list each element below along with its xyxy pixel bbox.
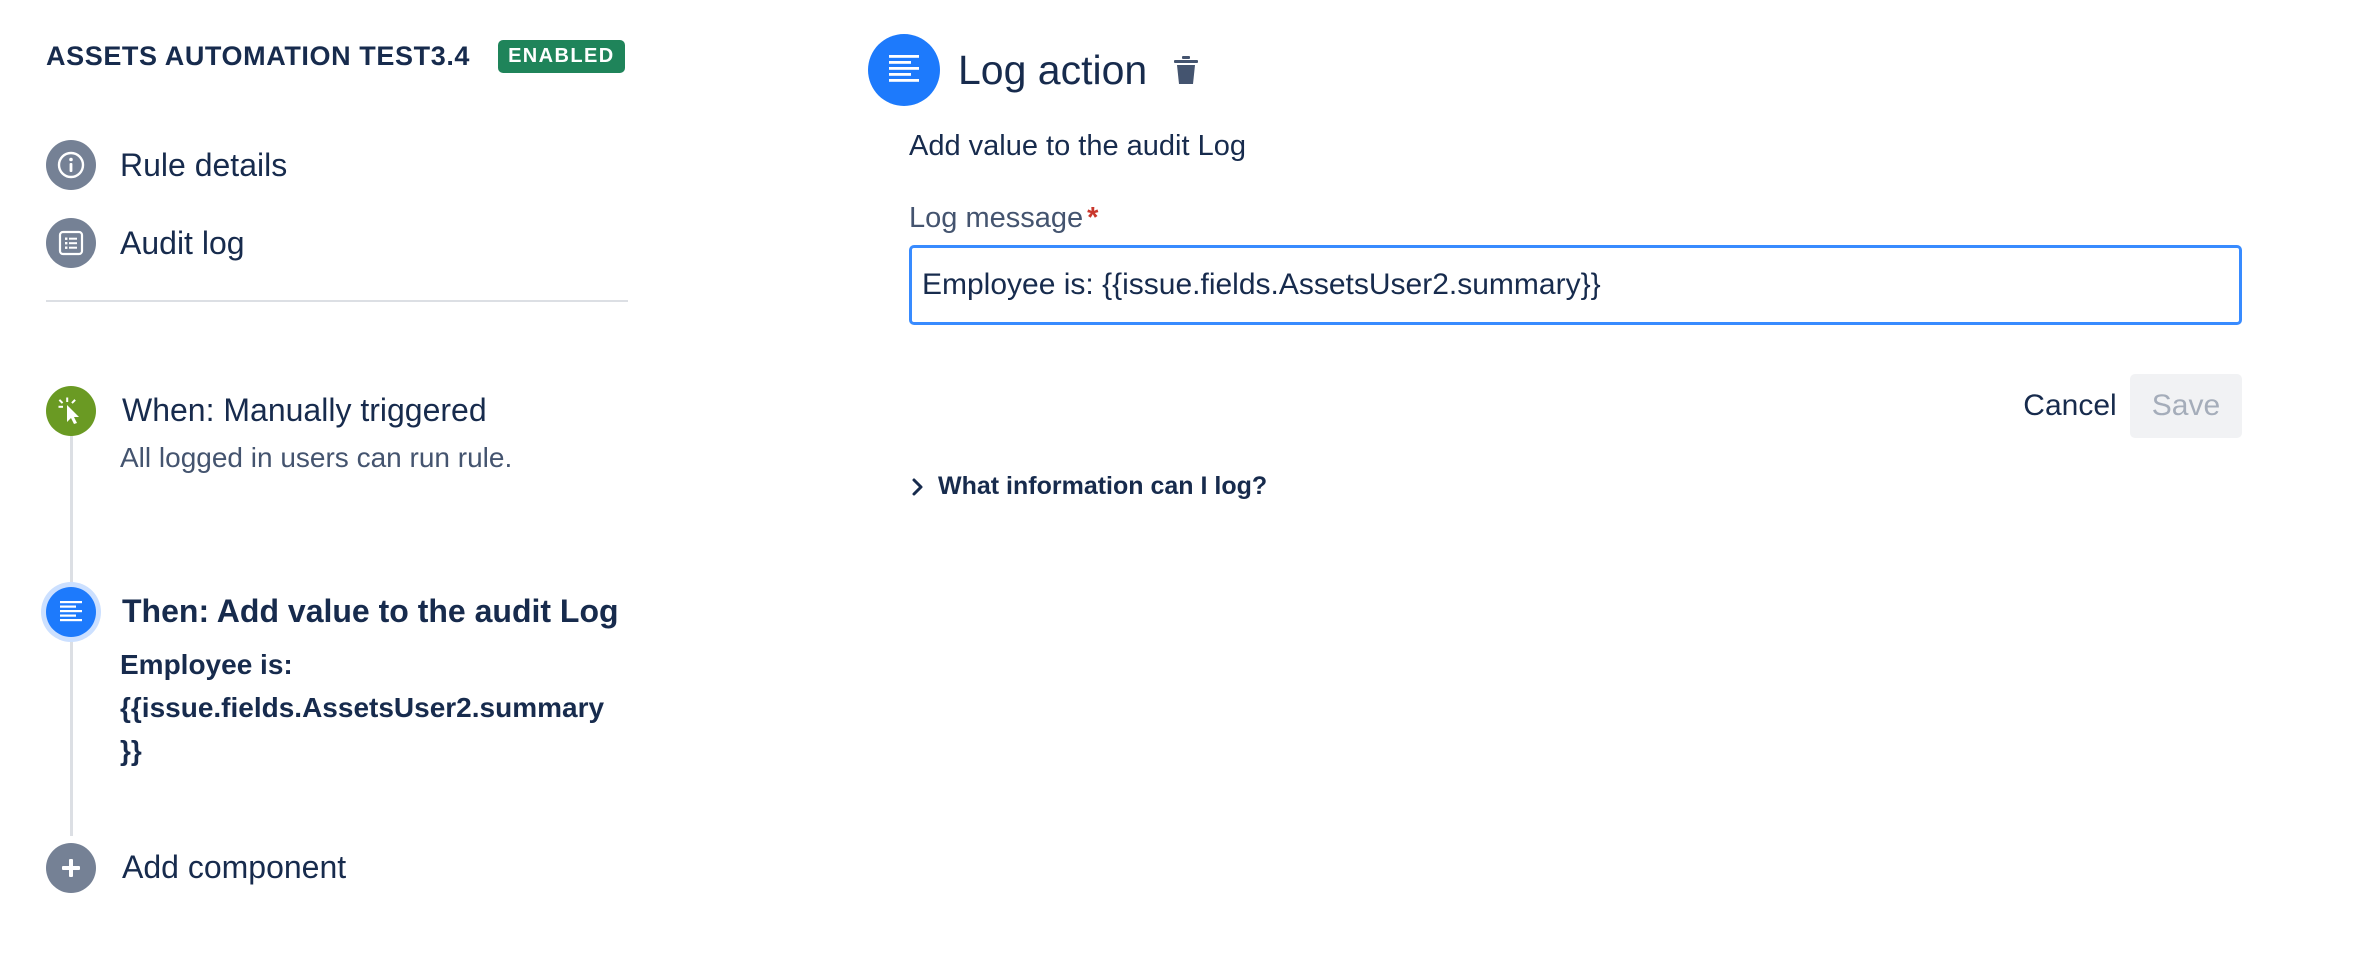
save-button[interactable]: Save [2130,374,2242,438]
log-info-expander[interactable]: What information can I log? [908,472,1267,501]
info-icon [46,140,96,190]
cancel-button[interactable]: Cancel [1996,374,2144,438]
action-step-description: Employee is: {{issue.fields.AssetsUser2.… [120,643,680,772]
nav-rule-details[interactable]: Rule details [46,140,287,190]
action-title: Log action [958,46,1148,93]
trash-icon[interactable] [1171,54,1201,86]
rule-header: ASSETS AUTOMATION TEST3.4 ENABLED [46,36,628,76]
list-icon [46,218,96,268]
action-description: Add value to the audit Log [909,130,1246,162]
log-message-input[interactable] [909,245,2242,325]
action-step-desc-line: {{issue.fields.AssetsUser2.summary [120,692,605,723]
action-step-desc-line: Employee is: [120,649,293,680]
log-lines-icon [46,587,96,637]
rule-name: ASSETS AUTOMATION TEST3.4 [46,40,471,71]
log-message-label: Log message * [909,202,1098,235]
rule-sidebar: ASSETS AUTOMATION TEST3.4 ENABLED Rule d… [46,36,628,893]
cursor-click-icon [46,386,96,436]
sidebar-divider [46,300,628,302]
action-step-desc-line: }} [120,735,142,766]
nav-audit-log[interactable]: Audit log [46,218,245,268]
required-indicator: * [1087,202,1099,234]
trigger-step-subtitle: All logged in users can run rule. [120,442,513,473]
nav-audit-log-label: Audit log [120,224,245,261]
status-badge: ENABLED [498,39,625,73]
action-step-title: Then: Add value to the audit Log [122,593,619,629]
log-message-label-text: Log message [909,202,1084,234]
add-component-label: Add component [122,849,347,885]
action-config-panel: Log action Add value to the audit Log Lo… [868,34,2258,734]
nav-rule-details-label: Rule details [120,146,288,183]
chevron-right-icon [908,475,928,499]
plus-icon [46,843,96,893]
log-info-expander-label: What information can I log? [938,472,1268,500]
action-header: Log action [868,34,1201,106]
log-lines-icon [868,34,940,106]
trigger-step-title: When: Manually triggered [122,392,487,428]
